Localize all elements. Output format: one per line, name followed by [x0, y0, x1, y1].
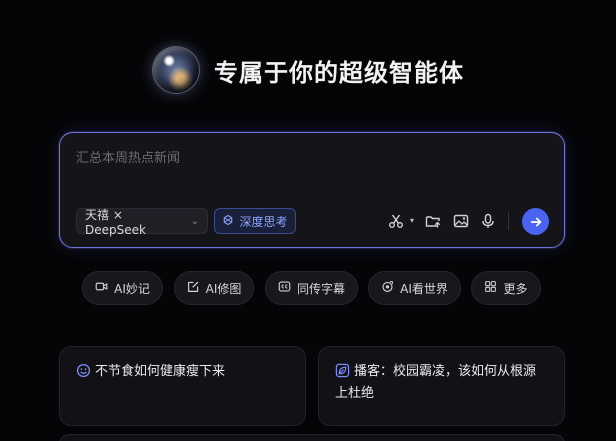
- smiley-icon: [76, 363, 91, 378]
- scissors-menu-caret-icon[interactable]: ▾: [410, 216, 414, 225]
- app-page: 专属于你的超级智能体 天禧 × DeepSeek ⌄ 深度思考 ▾: [0, 0, 616, 441]
- chip-label: 同传字幕: [296, 281, 345, 296]
- folder-upload-icon[interactable]: [422, 210, 444, 232]
- chip-ai-retouch[interactable]: AI修图: [174, 271, 254, 305]
- model-label: 天禧 × DeepSeek: [85, 207, 146, 237]
- feature-chips: AI妙记 AI修图 同传字幕 AI看世界 更多: [0, 271, 616, 305]
- chip-label: 更多: [503, 281, 528, 296]
- scissors-icon[interactable]: [385, 210, 407, 232]
- eye-camera-icon: [381, 280, 394, 296]
- chip-label: AI妙记: [114, 281, 150, 296]
- video-icon: [95, 280, 108, 296]
- arrow-right-icon: [530, 217, 541, 226]
- deep-think-label: 深度思考: [239, 214, 288, 229]
- toolbar-divider: [508, 212, 509, 230]
- send-button[interactable]: [522, 208, 549, 235]
- composer-box[interactable]: 天禧 × DeepSeek ⌄ 深度思考 ▾: [59, 132, 565, 248]
- chip-live-captions[interactable]: 同传字幕: [265, 271, 358, 305]
- suggestion-card-podcast[interactable]: 播客：校园霸凌，该如何从根源上杜绝: [318, 346, 565, 426]
- microphone-icon[interactable]: [477, 210, 499, 232]
- chip-label: AI修图: [205, 281, 242, 296]
- orb-logo-icon: [152, 46, 200, 94]
- page-title: 专属于你的超级智能体: [214, 58, 464, 87]
- chip-ai-see-world[interactable]: AI看世界: [368, 271, 461, 305]
- header: 专属于你的超级智能体: [0, 44, 616, 96]
- suggestion-card-diet[interactable]: 不节食如何健康瘦下来: [59, 346, 306, 426]
- chevron-down-icon: ⌄: [190, 215, 199, 227]
- chip-label: AI看世界: [400, 281, 448, 296]
- model-selector[interactable]: 天禧 × DeepSeek ⌄: [76, 207, 208, 237]
- grid-icon: [484, 280, 497, 296]
- chip-ai-notes[interactable]: AI妙记: [82, 271, 163, 305]
- card-text: 播客：校园霸凌，该如何从根源上杜绝: [335, 364, 537, 401]
- card-text: 不节食如何健康瘦下来: [95, 364, 226, 379]
- prompt-input[interactable]: [76, 151, 546, 166]
- caption-icon: [278, 280, 291, 296]
- suggestion-card-partial[interactable]: [59, 434, 565, 441]
- image-icon[interactable]: [450, 210, 472, 232]
- leaf-icon: [335, 363, 350, 378]
- edit-image-icon: [187, 280, 200, 296]
- chip-more[interactable]: 更多: [471, 271, 541, 305]
- deep-think-button[interactable]: 深度思考: [214, 208, 296, 234]
- deep-think-icon: [222, 214, 234, 229]
